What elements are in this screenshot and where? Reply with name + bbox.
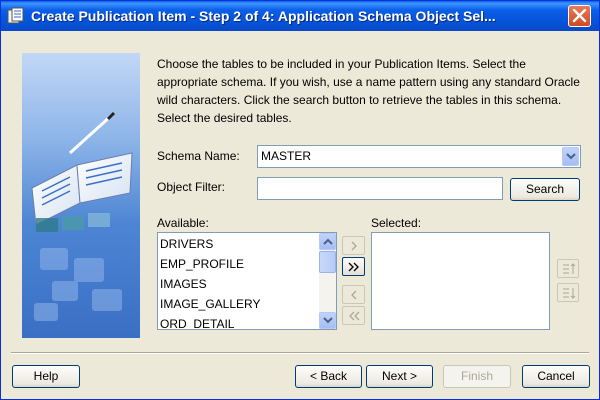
available-scrollbar[interactable] (319, 233, 336, 329)
move-right-icon (351, 241, 357, 251)
back-button[interactable]: < Back (295, 365, 362, 388)
scroll-down-button[interactable] (319, 312, 336, 329)
search-button[interactable]: Search (510, 178, 580, 201)
next-button[interactable]: Next > (366, 365, 433, 388)
chevron-down-icon (566, 153, 576, 160)
help-button[interactable]: Help (12, 365, 80, 388)
schema-name-select[interactable]: MASTER (257, 145, 581, 168)
move-down-button[interactable] (557, 283, 579, 302)
list-item[interactable]: IMAGE_GALLERY (160, 294, 261, 314)
instructions-text: Choose the tables to be included in your… (157, 57, 580, 125)
finish-button[interactable]: Finish (443, 365, 511, 388)
window-title: Create Publication Item - Step 2 of 4: A… (31, 8, 496, 24)
move-up-icon (563, 263, 576, 274)
close-icon (572, 9, 587, 23)
scroll-up-button[interactable] (319, 233, 336, 250)
wizard-illustration (22, 53, 140, 338)
move-all-right-button[interactable] (342, 257, 365, 276)
move-all-right-icon (348, 262, 359, 272)
move-left-button[interactable] (342, 285, 365, 304)
move-right-button[interactable] (342, 236, 365, 255)
list-item[interactable]: EMP_PROFILE (160, 254, 244, 274)
chevron-up-icon (323, 238, 333, 245)
move-up-button[interactable] (557, 259, 579, 278)
cancel-button[interactable]: Cancel (522, 365, 590, 388)
app-icon (7, 7, 25, 25)
list-item[interactable]: DRIVERS (160, 234, 213, 254)
close-button[interactable] (568, 5, 591, 27)
object-filter-input[interactable] (257, 177, 503, 200)
schema-name-value: MASTER (261, 149, 312, 163)
scroll-thumb[interactable] (319, 251, 336, 273)
move-down-icon (563, 288, 576, 299)
dialog-window: Create Publication Item - Step 2 of 4: A… (0, 0, 600, 400)
schema-name-label: Schema Name: (157, 149, 240, 163)
footer-separator (11, 352, 589, 354)
selected-list[interactable] (371, 232, 550, 330)
title-bar[interactable]: Create Publication Item - Step 2 of 4: A… (1, 1, 599, 31)
move-left-icon (351, 290, 357, 300)
list-item[interactable]: ORD_DETAIL (160, 314, 234, 329)
schema-dropdown-button[interactable] (562, 147, 579, 166)
chevron-down-icon (323, 317, 333, 324)
move-all-left-icon (349, 311, 360, 321)
available-list[interactable]: DRIVERS EMP_PROFILE IMAGES IMAGE_GALLERY… (157, 232, 337, 330)
selected-label: Selected: (371, 216, 422, 230)
object-filter-label: Object Filter: (157, 180, 226, 194)
available-label: Available: (157, 216, 209, 230)
list-item[interactable]: IMAGES (160, 274, 207, 294)
move-all-left-button[interactable] (342, 306, 365, 325)
